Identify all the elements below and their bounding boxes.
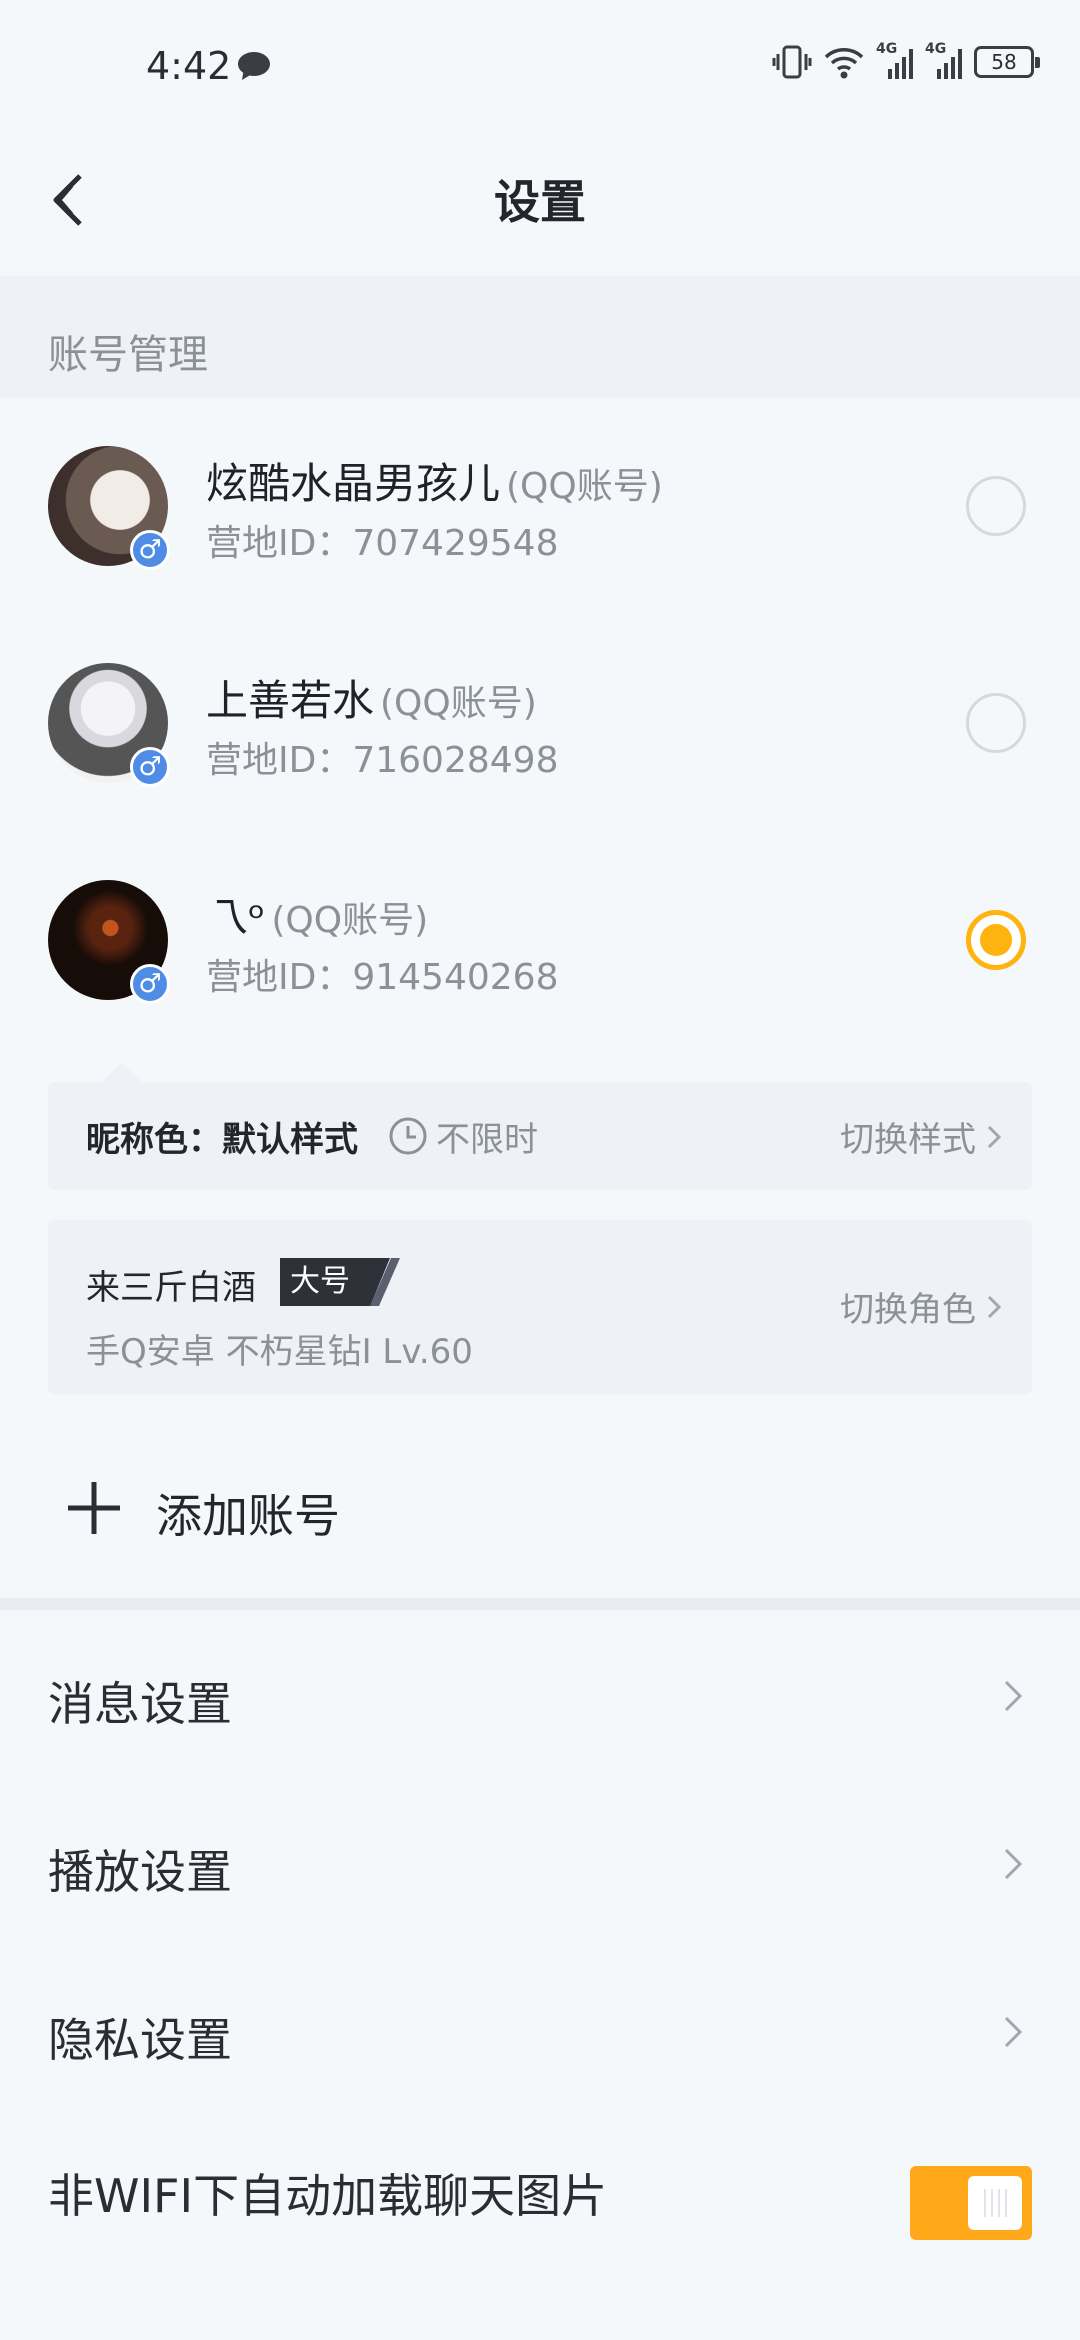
- header: 设置: [0, 130, 1080, 276]
- account-name: 炫酷水晶男孩儿 (QQ账号): [206, 450, 663, 511]
- account-nickname: 乁ᵒ: [206, 893, 266, 942]
- account-radio[interactable]: [966, 693, 1026, 753]
- setting-label: 播放设置: [48, 1845, 232, 1899]
- signal-1-icon: 4G: [876, 41, 913, 79]
- battery-icon: 58: [974, 46, 1040, 78]
- chevron-right-icon: [1004, 1848, 1023, 1880]
- battery-level: 58: [991, 50, 1017, 74]
- playback-settings-item[interactable]: 播放设置: [0, 1780, 1080, 1948]
- male-gender-icon: ♂: [130, 530, 170, 570]
- section-title-accounts: 账号管理: [0, 276, 1080, 398]
- account-item[interactable]: ♂ 上善若水 (QQ账号) 营地ID：716028498: [0, 637, 1080, 817]
- game-role-card: 来三斤白酒 大号 手Q安卓 不朽星钻I Lv.60 切换角色: [48, 1220, 1032, 1394]
- add-account-button[interactable]: 添加账号: [0, 1440, 1080, 1580]
- male-gender-icon: ♂: [130, 964, 170, 1004]
- plus-icon: [68, 1482, 120, 1534]
- role-info: 手Q安卓 不朽星钻I Lv.60: [86, 1332, 473, 1372]
- account-item[interactable]: ♂ 乁ᵒ (QQ账号) 营地ID：914540268: [0, 854, 1080, 1034]
- account-nickname: 炫酷水晶男孩儿: [206, 459, 501, 508]
- account-id: 营地ID：914540268: [206, 957, 559, 998]
- network-type-label: 4G: [876, 41, 898, 57]
- wifi-icon: [824, 48, 864, 79]
- switch-role-button[interactable]: 切换角色: [840, 1282, 1002, 1331]
- setting-label: 消息设置: [48, 1677, 232, 1731]
- add-account-label: 添加账号: [156, 1489, 340, 1543]
- male-gender-icon: ♂: [130, 747, 170, 787]
- clock-icon: [389, 1117, 427, 1155]
- privacy-settings-item[interactable]: 隐私设置: [0, 1948, 1080, 2116]
- account-nickname: 上善若水: [206, 676, 375, 725]
- setting-label: 非WIFI下自动加载聊天图片: [48, 2169, 608, 2223]
- page-title: 设置: [494, 175, 586, 229]
- setting-label: 隐私设置: [48, 2013, 232, 2067]
- message-settings-item[interactable]: 消息设置: [0, 1612, 1080, 1780]
- role-name: 来三斤白酒: [86, 1268, 256, 1308]
- time-limit-label: 不限时: [436, 1120, 538, 1160]
- nickname-color-label: 昵称色：默认样式: [86, 1120, 358, 1160]
- status-time: 4:42: [146, 44, 232, 88]
- signal-2-icon: 4G: [925, 41, 962, 79]
- account-name: 上善若水 (QQ账号): [206, 667, 537, 728]
- nickname-color-card: 昵称色：默认样式 不限时 切换样式: [48, 1062, 1032, 1190]
- account-type: (QQ账号): [271, 900, 429, 941]
- account-name: 乁ᵒ (QQ账号): [206, 884, 428, 945]
- account-radio-selected[interactable]: [966, 910, 1026, 970]
- auto-load-images-toggle[interactable]: [910, 2166, 1032, 2240]
- status-icons: 4G 4G 58: [772, 41, 1040, 80]
- chevron-right-icon: [1004, 1680, 1023, 1712]
- switch-style-button[interactable]: 切换样式: [840, 1112, 1002, 1161]
- account-type: (QQ账号): [380, 683, 537, 724]
- toggle-knob: [968, 2176, 1022, 2230]
- chevron-right-icon: [987, 1295, 1002, 1318]
- chat-notification-icon: [238, 52, 270, 80]
- switch-style-label: 切换样式: [840, 1120, 976, 1160]
- switch-role-label: 切换角色: [840, 1290, 976, 1330]
- account-id: 营地ID：707429548: [206, 523, 559, 564]
- account-item[interactable]: ♂ 炫酷水晶男孩儿 (QQ账号) 营地ID：707429548: [0, 420, 1080, 600]
- section-divider: [0, 1598, 1080, 1610]
- account-type: (QQ账号): [506, 466, 663, 507]
- vibrate-icon: [772, 45, 812, 79]
- account-radio[interactable]: [966, 476, 1026, 536]
- network-type-label: 4G: [925, 41, 947, 57]
- account-id: 营地ID：716028498: [206, 740, 559, 781]
- chevron-right-icon: [1004, 2016, 1023, 2048]
- chevron-right-icon: [987, 1125, 1002, 1148]
- auto-load-images-item: 非WIFI下自动加载聊天图片: [0, 2166, 1080, 2334]
- status-bar: 4:42 4G 4G 58: [0, 0, 1080, 130]
